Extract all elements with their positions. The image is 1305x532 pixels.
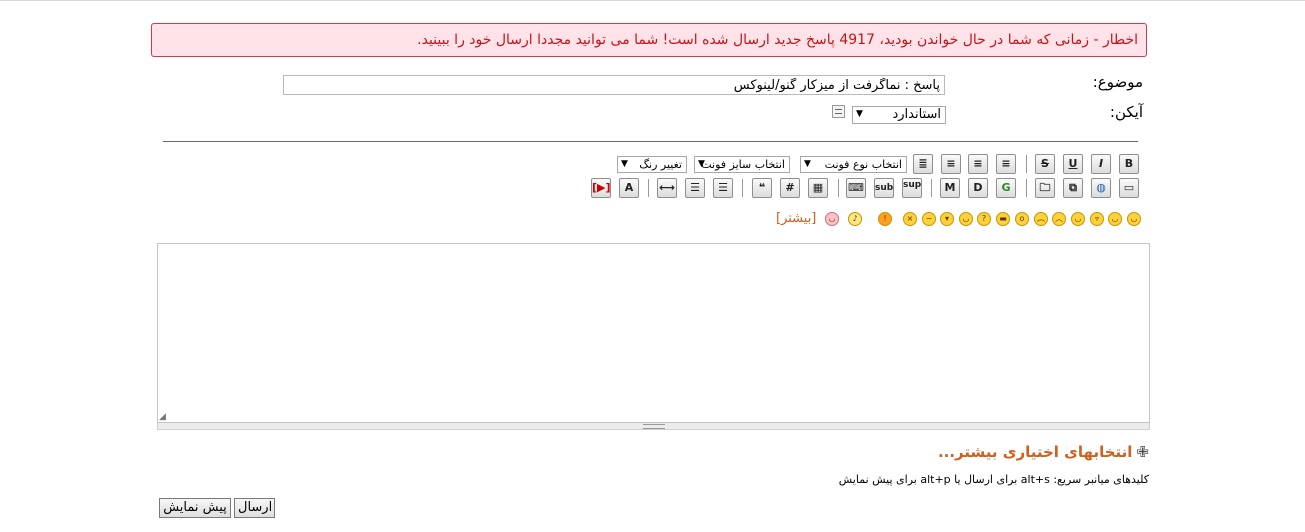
chevron-down-icon: ▼ <box>698 159 705 169</box>
submit-button[interactable]: ارسال <box>234 498 275 518</box>
plus-icon: ✙ <box>1136 443 1149 461</box>
chevron-down-icon: ▼ <box>804 159 811 169</box>
align-center-button[interactable]: ≡ <box>941 154 961 174</box>
italic-button[interactable]: I <box>1091 154 1111 174</box>
unordered-list-button[interactable]: ☰ <box>713 178 733 198</box>
cheesy-icon[interactable]: ▿ <box>1090 212 1104 226</box>
font-size-select[interactable]: ▼ انتخاب سایز فونت <box>694 156 790 173</box>
keyboard-icon: ⌨ <box>848 181 864 194</box>
warning-message: اخطار - زمانی که شما در حال خواندن بودید… <box>151 23 1147 57</box>
toolbar-separator <box>838 179 839 197</box>
warning-text: اخطار - زمانی که شما در حال خواندن بودید… <box>417 32 1138 48</box>
rtl-icon: [▶] <box>592 181 611 194</box>
superscript-button[interactable]: sup <box>902 178 922 198</box>
toolbar-separator <box>931 179 932 197</box>
preview-button[interactable]: پیش نمایش <box>159 498 231 518</box>
lipsrsealed-icon[interactable]: × <box>903 212 917 226</box>
font-face-select[interactable]: ▼ انتخاب نوع فونت <box>800 156 907 173</box>
quote-button[interactable]: ❝ <box>752 178 772 198</box>
icon-select[interactable]: ▼ استاندارد <box>852 106 946 124</box>
ordered-list-button[interactable]: ☰ <box>685 178 705 198</box>
wink-icon[interactable]: ◡ <box>1108 212 1122 226</box>
code-button[interactable]: # <box>780 178 800 198</box>
more-options-toggle[interactable]: ✙انتخابهای اختیاری بیشتر... <box>938 443 1149 461</box>
toolbar-separator <box>1026 155 1027 173</box>
toolbar-separator <box>1026 179 1027 197</box>
chevron-down-icon: ▼ <box>856 109 863 119</box>
message-textarea[interactable]: ◢ <box>157 243 1150 423</box>
justify-button[interactable]: ≣ <box>913 154 933 174</box>
huh-icon[interactable]: ? <box>977 212 991 226</box>
quote-icon: ❝ <box>758 181 766 194</box>
align-left-icon: ≡ <box>973 157 983 170</box>
justify-icon: ≣ <box>918 157 928 170</box>
toolbar-separator <box>742 179 743 197</box>
smiley-icon[interactable]: ◡ <box>1127 212 1141 226</box>
flash-button[interactable]: ⧉ <box>1063 178 1083 198</box>
embarrassed-icon[interactable]: ~ <box>922 212 936 226</box>
icon-label: آیکن: <box>1109 103 1143 121</box>
list-icon: ☰ <box>718 181 728 194</box>
image-button[interactable]: ▭ <box>1119 178 1139 198</box>
divider <box>163 141 1138 142</box>
message-icon-preview <box>832 105 845 118</box>
rtl-button[interactable]: [▶] <box>591 178 611 198</box>
subject-label: موضوع: <box>1092 73 1143 91</box>
more-smileys-link[interactable]: [بیشتر] <box>776 211 816 226</box>
grin-icon[interactable]: ◡ <box>1071 212 1085 226</box>
image-icon: ▭ <box>1123 181 1135 194</box>
table-button[interactable]: ▦ <box>808 178 828 198</box>
kiss-icon[interactable]: ♪ <box>848 212 862 226</box>
toolbar-separator <box>648 179 649 197</box>
folder-icon: 🗀 <box>1039 181 1051 194</box>
horizontal-rule-icon: ⟷ <box>659 181 675 194</box>
chevron-down-icon: ▼ <box>621 159 628 169</box>
align-center-icon: ≡ <box>946 157 956 170</box>
align-right-button[interactable]: ≡ <box>996 154 1016 174</box>
cry-icon[interactable]: ◡ <box>825 212 839 226</box>
horizontal-rule-button[interactable]: ⟷ <box>657 178 677 198</box>
tongue-icon[interactable]: ▾ <box>940 212 954 226</box>
subscript-button[interactable]: sub <box>874 178 894 198</box>
rolleyes-icon[interactable]: ◡ <box>959 212 973 226</box>
undecided-icon[interactable]: ! <box>878 212 892 226</box>
globe-icon: ◍ <box>1096 181 1106 194</box>
text-direction-icon: A <box>624 181 634 194</box>
editor-resize-grip[interactable] <box>157 423 1150 430</box>
shortcut-hint: کلیدهای میانبر سریع: alt+s برای ارسال یا… <box>838 473 1149 486</box>
resize-handle-icon[interactable]: ◢ <box>159 413 166 422</box>
shadow-button[interactable]: D <box>968 178 988 198</box>
subject-input[interactable] <box>283 75 945 95</box>
teletype-button[interactable]: ⌨ <box>846 178 866 198</box>
marquee-button[interactable]: M <box>940 178 960 198</box>
sad-icon[interactable]: ︵ <box>1034 212 1048 226</box>
shocked-icon[interactable]: o <box>1015 212 1029 226</box>
ordered-list-icon: ☰ <box>690 181 700 194</box>
hyperlink-button[interactable]: ◍ <box>1091 178 1111 198</box>
ftp-button[interactable]: 🗀 <box>1035 178 1055 198</box>
align-right-icon: ≡ <box>1001 157 1011 170</box>
strike-button[interactable]: S <box>1035 154 1055 174</box>
angry-icon[interactable]: ︿ <box>1052 212 1066 226</box>
ltr-text-button[interactable]: A <box>619 178 639 198</box>
color-select[interactable]: ▼ تغییر رنگ <box>617 156 687 173</box>
align-left-button[interactable]: ≡ <box>968 154 988 174</box>
table-icon: ▦ <box>812 181 824 194</box>
flash-icon: ⧉ <box>1069 181 1077 194</box>
glow-button[interactable]: G <box>996 178 1016 198</box>
cool-icon[interactable]: ▬ <box>996 212 1010 226</box>
bold-button[interactable]: B <box>1119 154 1139 174</box>
underline-button[interactable]: U <box>1063 154 1083 174</box>
